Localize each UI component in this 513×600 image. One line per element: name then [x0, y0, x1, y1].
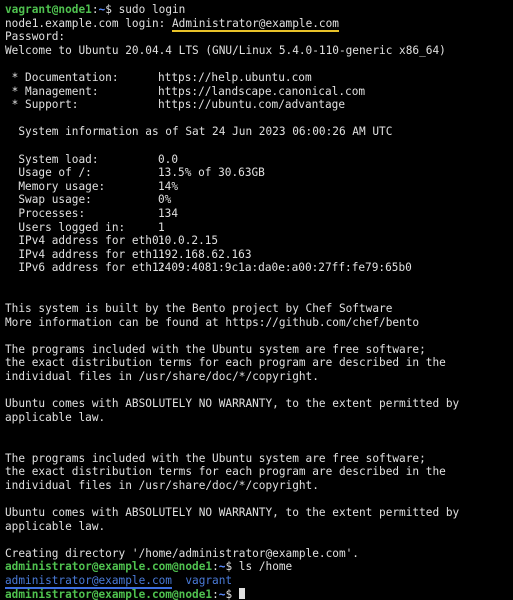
prompt-user: administrator@example.com@node1 [5, 560, 213, 574]
sysinfo-label: IPv4 address for eth1: [5, 247, 166, 261]
sysinfo-value: 2409:4081:9c1a:da0e:a00:27ff:fe79:65b0 [158, 261, 412, 275]
bento-line: This system is built by the Bento projec… [5, 302, 393, 316]
sysinfo-value: 0% [158, 193, 172, 207]
sysinfo-header: System information as of Sat 24 Jun 2023… [5, 125, 393, 139]
sysinfo-value: 192.168.62.163 [158, 247, 252, 261]
sysinfo-label: IPv6 address for eth1: [5, 261, 166, 275]
sysinfo-label: Users logged in: [5, 220, 126, 234]
prompt-symbol: $ [105, 3, 112, 16]
link-label: * Documentation: [5, 70, 119, 84]
free-software-line: The programs included with the Ubuntu sy… [5, 451, 426, 465]
terminal-cursor[interactable] [238, 587, 245, 599]
sysinfo-label: Memory usage: [5, 179, 106, 193]
sysinfo-value: 10.0.2.15 [158, 234, 219, 248]
free-software-line: the exact distribution terms for each pr… [5, 356, 446, 370]
link-label: * Support: [5, 98, 79, 112]
warranty-line: applicable law. [5, 410, 106, 424]
sysinfo-row: IPv6 address for eth1:2409:4081:9c1a:da0… [5, 261, 513, 275]
password-line: Password: [5, 30, 66, 44]
warranty-line: Ubuntu comes with ABSOLUTELY NO WARRANTY… [5, 505, 460, 519]
free-software-line: the exact distribution terms for each pr… [5, 465, 446, 479]
link-line: * Management: https://landscape.canonical… [5, 85, 513, 99]
sysinfo-row: Processes: 134 [5, 207, 513, 221]
sysinfo-row: System load: 0.0 [5, 153, 513, 167]
free-software-line: individual files in /usr/share/doc/*/cop… [5, 478, 319, 492]
sysinfo-value: 14% [158, 179, 179, 193]
dir-vagrant: vagrant [185, 573, 233, 587]
link-label: * Management: [5, 84, 99, 98]
sysinfo-label: Swap usage: [5, 193, 92, 207]
sysinfo-label: Usage of /: [5, 166, 92, 180]
prompt-user: vagrant@node1 [5, 3, 92, 16]
link-line: * Support: https://ubuntu.com/advantage [5, 98, 513, 112]
sysinfo-value: 134 [158, 206, 179, 220]
bento-line: More information can be found at https:/… [5, 315, 420, 329]
login-user-highlight: Administrator@example.com [171, 16, 339, 32]
welcome-line: Welcome to Ubuntu 20.04.4 LTS (GNU/Linux… [5, 43, 446, 57]
warranty-line: Ubuntu comes with ABSOLUTELY NO WARRANTY… [5, 397, 460, 411]
sysinfo-row: IPv4 address for eth0:10.0.2.15 [5, 234, 513, 248]
sysinfo-label: IPv4 address for eth0: [5, 234, 166, 248]
link-line: * Documentation: https://help.ubuntu.com [5, 71, 513, 85]
sysinfo-label: Processes: [5, 206, 86, 220]
sysinfo-row: IPv4 address for eth1:192.168.62.163 [5, 248, 513, 262]
sysinfo-row: Usage of /: 13.5% of 30.63GB [5, 166, 513, 180]
sysinfo-row: Swap usage: 0% [5, 193, 513, 207]
login-line: node1.example.com login: Administrator@e… [5, 16, 513, 32]
ls-output-line: administrator@example.com vagrant [5, 573, 513, 589]
prompt-line-2: administrator@example.com@node1:~$ ls /h… [5, 560, 293, 574]
creating-dir-line: Creating directory '/home/administrator@… [5, 546, 359, 560]
login-prompt: node1.example.com login: [5, 16, 172, 30]
free-software-line: individual files in /usr/share/doc/*/cop… [5, 370, 319, 384]
sysinfo-label: System load: [5, 152, 99, 166]
sysinfo-value: 1 [158, 220, 165, 234]
prompt-user: administrator@example.com@node1 [5, 587, 213, 600]
prompt-line-1: vagrant@node1:~$ sudo login [5, 3, 186, 16]
free-software-line: The programs included with the Ubuntu sy… [5, 342, 426, 356]
sysinfo-value: 13.5% of 30.63GB [158, 166, 265, 180]
link-url[interactable]: https://help.ubuntu.com [158, 71, 312, 84]
link-url[interactable]: https://landscape.canonical.com [158, 85, 365, 98]
terminal-window[interactable]: vagrant@node1:~$ sudo login node1.exampl… [0, 0, 513, 600]
command-text: ls /home [232, 560, 293, 574]
link-url[interactable]: https://ubuntu.com/advantage [158, 98, 345, 111]
sysinfo-row: Users logged in: 1 [5, 221, 513, 235]
sysinfo-row: Memory usage: 14% [5, 180, 513, 194]
command-text: sudo login [111, 3, 186, 16]
prompt-line-3: administrator@example.com@node1:~$ [5, 587, 513, 600]
sysinfo-value: 0.0 [158, 152, 179, 166]
warranty-line: applicable law. [5, 519, 106, 533]
